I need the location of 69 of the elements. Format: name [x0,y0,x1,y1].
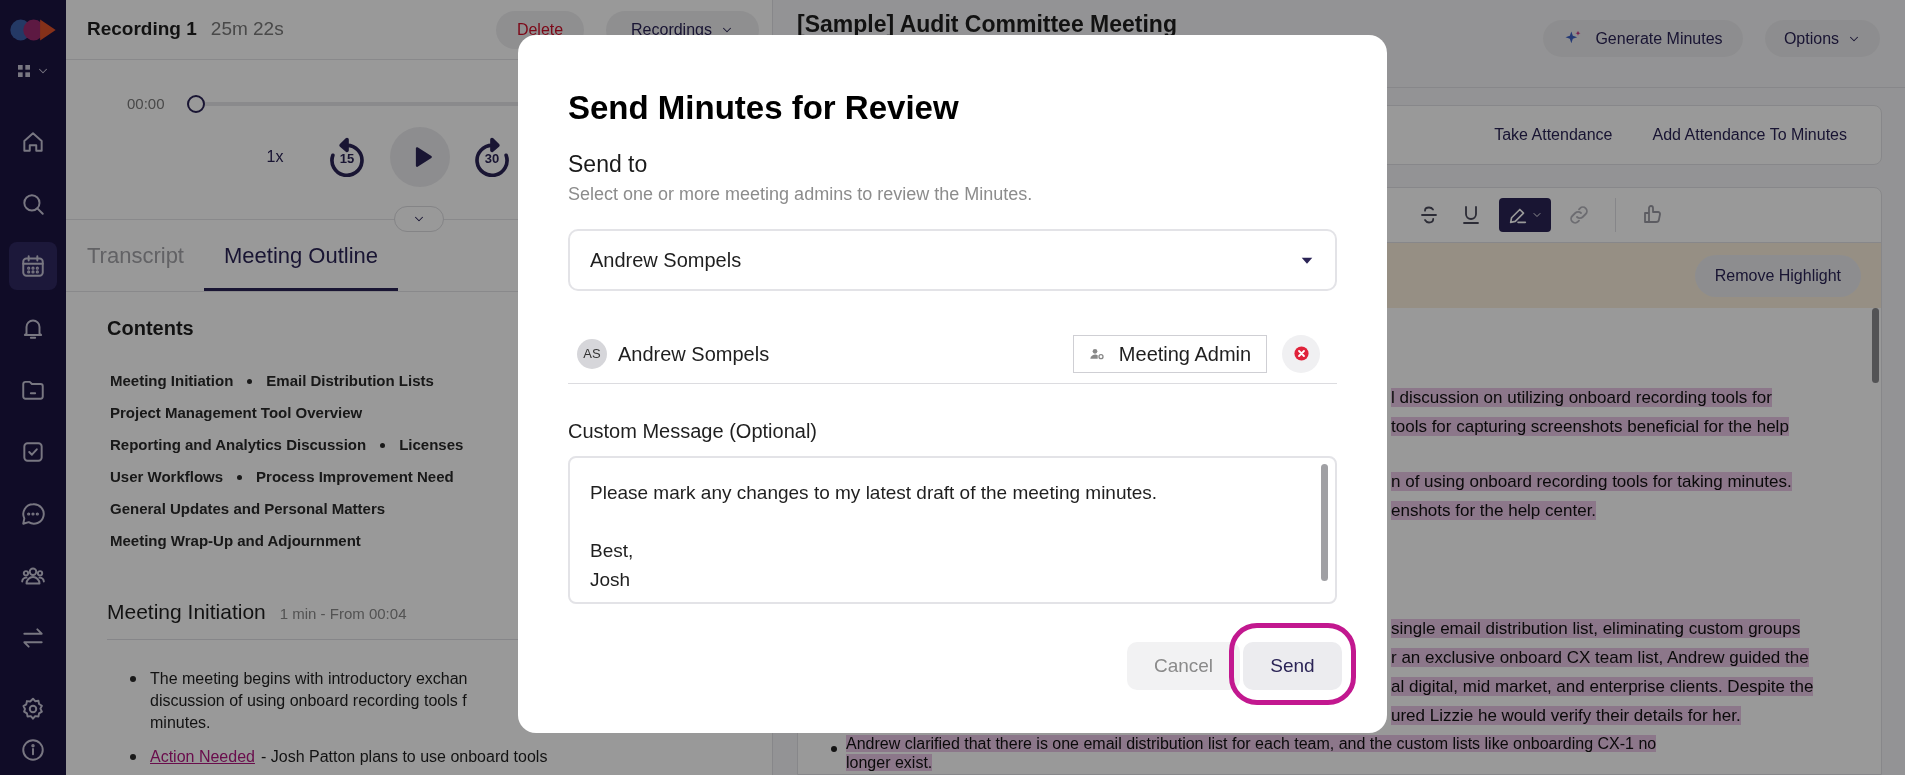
role-select[interactable]: Meeting Admin [1073,334,1267,373]
highlighted-text: r an exclusive onboard CX team list, Andrew guided the [1391,648,1809,667]
chat-icon [20,501,46,527]
time-label: 00:00 [127,93,165,114]
tab[interactable]: Meeting Outline [204,220,399,291]
section-heading: Meeting Initiation [107,599,266,625]
highlighted-text: l discussion on utilizing onboard recording tools for [1391,388,1772,407]
scrollbar-thumb[interactable] [1872,308,1879,383]
link-icon [1567,203,1591,227]
home-icon [20,129,46,155]
seek-thumb[interactable] [186,95,205,113]
recording-duration: 25m 22s [210,17,284,42]
scrollbar-thumb[interactable] [1321,464,1328,581]
field-label: Custom Message (Optional) [568,419,818,443]
generate-minutes-button[interactable]: Generate Minutes [1543,20,1743,57]
checkbox-icon [20,439,46,465]
search-icon [20,191,46,217]
highlighted-text: longer exist. [846,754,933,771]
contents-link[interactable]: User Workflows [110,465,224,489]
speed-button[interactable]: 1x [265,145,285,169]
contents-link[interactable]: Project Management Tool Overview [110,401,363,425]
close-icon [1292,345,1310,362]
highlighted-text: tools for capturing screenshots beneficial for the help [1391,417,1789,436]
add-attendance-button[interactable]: Add Attendance To Minutes [1652,123,1847,147]
forward-button[interactable]: 30 [472,137,512,177]
meeting-title: [Sample] Audit Committee Meeting [797,10,1177,38]
highlighted-text: single email distribution list, eliminating custom groups [1391,619,1801,638]
remove-recipient-button[interactable] [1282,334,1320,373]
contents-link[interactable]: Process Improvement Need [256,465,454,489]
take-attendance-button[interactable]: Take Attendance [1494,123,1613,147]
contents-link[interactable]: Email Distribution Lists [266,369,434,393]
field-hint: Select one or more meeting admins to review the Minutes. [568,183,1034,206]
highlighted-text: enshots for the help center. [1391,501,1597,520]
contents-link[interactable]: Licenses [399,433,464,457]
contents-link[interactable]: Reporting and Analytics Discussion [110,433,367,457]
highlighted-text: al digital, mid market, and enterprise clients. Despite the [1391,677,1814,696]
calendar-icon [20,253,46,279]
avatar-initials: AS [577,338,607,369]
recording-title: Recording 1 [87,17,197,42]
info-icon [20,736,46,763]
bullet-text: The meeting begins with introductory exchan [150,669,468,689]
logo-icon [9,17,57,43]
cancel-button[interactable]: Cancel [1127,642,1240,690]
send-button[interactable]: Send [1243,642,1342,690]
bullet-text: minutes. [150,713,212,733]
contents-link[interactable]: Meeting Initiation [110,369,234,393]
recipient-name: Andrew Sompels [618,341,770,367]
remove-highlight-button[interactable]: Remove Highlight [1694,254,1861,297]
contents-link[interactable]: Meeting Wrap-Up and Adjournment [110,529,361,553]
apps-switcher[interactable] [16,63,50,79]
highlighted-text: ured Lizzie he would verify their details for her. [1391,706,1741,725]
highlighted-text: n of using onboard recording tools for taking minutes. [1391,472,1792,491]
recipient-select[interactable]: Andrew Sompels [568,229,1337,291]
options-button[interactable]: Options [1765,20,1880,57]
message-field[interactable]: Please mark any changes to my latest draft of the meeting minutes. Best, Josh [568,456,1337,604]
rewind-button[interactable]: 15 [327,137,367,177]
contents-heading: Contents [107,316,195,340]
highlighted-text: Andrew clarified that there is one email distribution list for each team, and the custom lists like onboarding CX-1 no [846,735,1657,752]
field-label: Send to [568,150,649,178]
section-meta: 1 min - From 00:04 [279,604,407,624]
dialog-title: Send Minutes for Review [568,88,960,128]
bullet-text: discussion of using onboard recording tools f [150,691,468,711]
action-needed-link[interactable]: Action Needed [150,746,255,768]
transfer-arrows-icon [20,625,46,651]
settings-icon [20,695,46,722]
contents-link[interactable]: General Updates and Personal Matters [110,497,386,521]
grid-icon [16,63,32,79]
bullet-text: - Josh Patton plans to use onboard tools [260,747,548,767]
highlight-button[interactable] [1499,198,1551,232]
